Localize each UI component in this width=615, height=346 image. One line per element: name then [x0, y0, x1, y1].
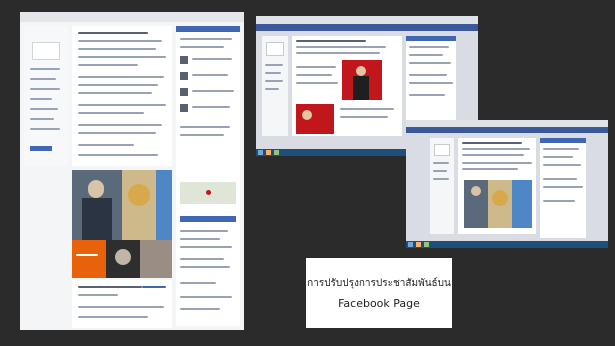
slide-caption-line-1: การปรับปรุงการประชาสัมพันธ์บน	[307, 278, 451, 289]
slide-caption-line-2: Facebook Page	[338, 297, 420, 310]
feed-photo-art	[488, 180, 512, 228]
browser-toolbar	[406, 120, 608, 127]
facebook-top-bar	[406, 127, 608, 133]
feed-photo-orange	[72, 240, 106, 278]
page-button	[30, 146, 52, 151]
page-feed-text	[72, 26, 172, 166]
feed-photo-blue	[156, 170, 172, 240]
page-left-column	[24, 26, 68, 166]
slide-caption-box: การปรับปรุงการประชาสัมพันธ์บน Facebook P…	[306, 258, 452, 328]
page-logo	[32, 42, 60, 60]
page-right-column	[176, 26, 240, 326]
feed-photo-person-2	[140, 240, 172, 278]
feed-photo-person	[72, 170, 122, 240]
facebook-top-bar	[20, 12, 244, 22]
browser-toolbar	[256, 16, 478, 24]
featured-photo-red-2	[296, 104, 334, 134]
facebook-top-bar	[256, 24, 478, 31]
feed-photo-blue	[512, 180, 532, 228]
feed-photo-art	[122, 170, 156, 240]
facebook-page-desktop-screenshot-2	[406, 120, 608, 248]
featured-photo-red	[342, 60, 382, 100]
windows-taskbar	[406, 241, 608, 248]
map-thumbnail	[180, 182, 236, 204]
feed-photo-dark	[106, 240, 140, 278]
facebook-page-full-screenshot	[20, 12, 244, 330]
feed-photo-person	[464, 180, 488, 228]
post-footer	[72, 280, 172, 328]
